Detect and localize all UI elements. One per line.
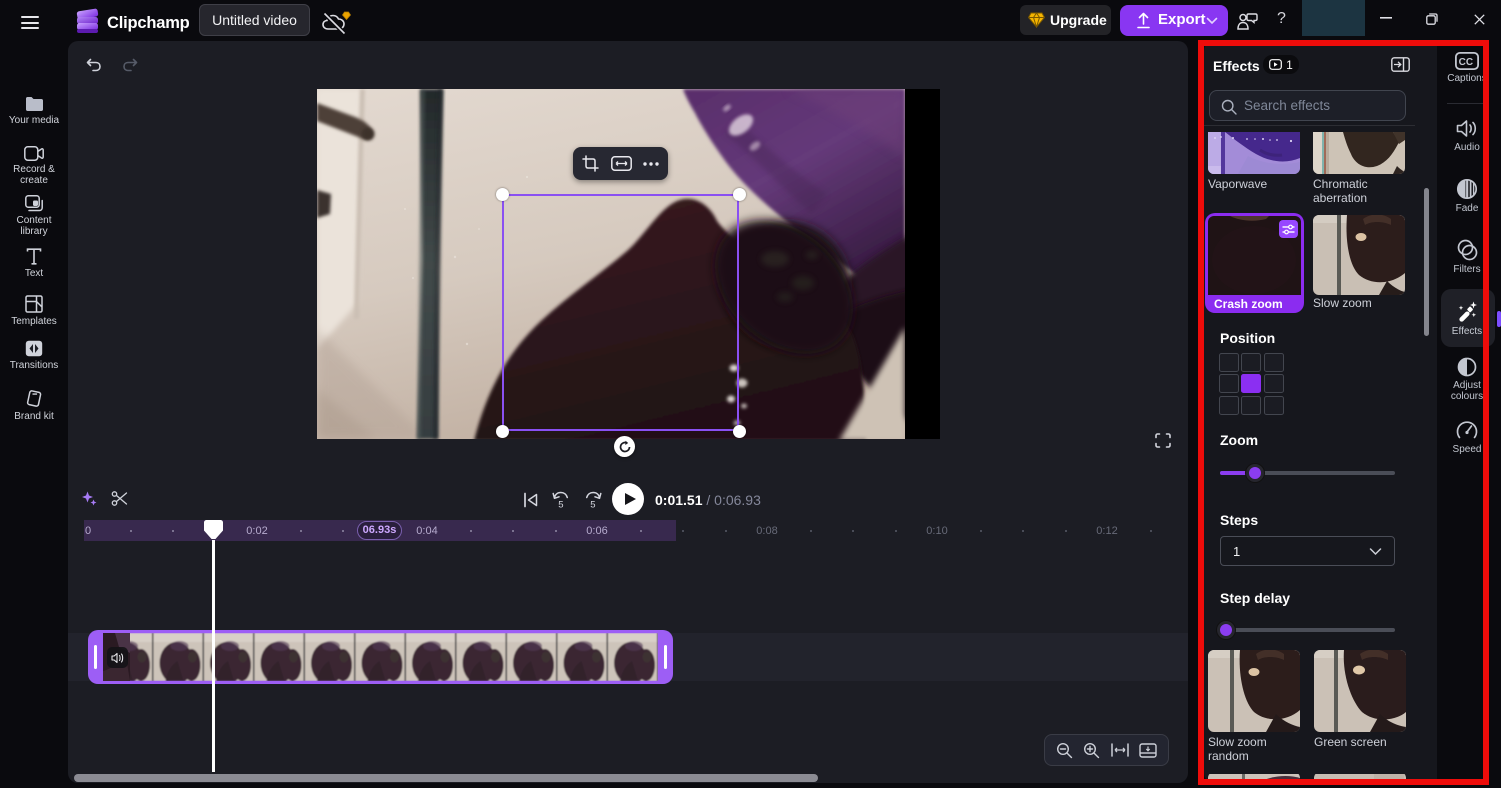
svg-text:5: 5 [590, 500, 595, 510]
svg-text:5: 5 [558, 500, 563, 510]
